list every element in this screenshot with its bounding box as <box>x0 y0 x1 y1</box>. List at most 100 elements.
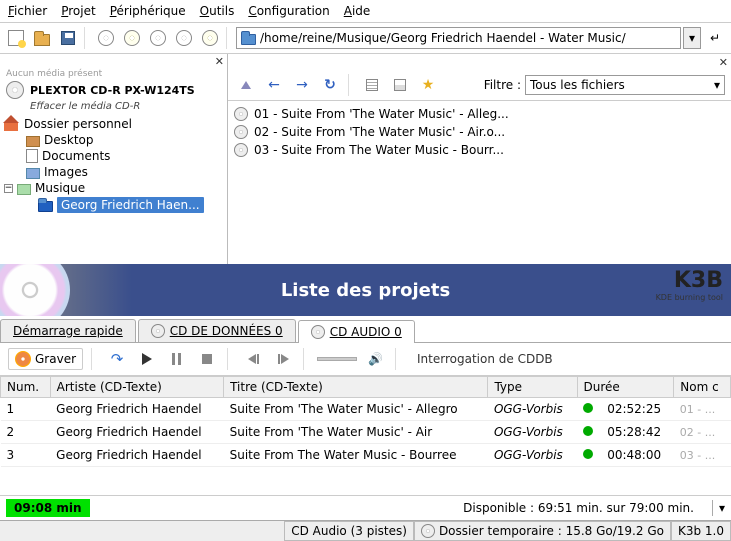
next-icon <box>278 354 289 364</box>
status-version: K3b 1.0 <box>671 521 731 541</box>
collapse-icon[interactable]: − <box>4 184 13 193</box>
col-filename[interactable]: Nom c <box>674 377 731 398</box>
stop-button[interactable] <box>195 347 219 371</box>
bookmark-button[interactable]: ★ <box>416 73 440 97</box>
device-row[interactable]: PLEXTOR CD-R PX-W124TS <box>0 79 227 101</box>
track-row[interactable]: 3Georg Friedrich HaendelSuite From The W… <box>1 444 731 467</box>
open-button[interactable] <box>30 26 54 50</box>
audio-file-icon <box>234 125 248 139</box>
status-bar: CD Audio (3 pistes) Dossier temporaire :… <box>0 520 731 541</box>
menu-project[interactable]: Projet <box>61 4 95 18</box>
close-icon[interactable]: ✕ <box>215 55 224 68</box>
next-track-button[interactable] <box>271 347 295 371</box>
play-button[interactable] <box>135 347 159 371</box>
track-row[interactable]: 1Georg Friedrich HaendelSuite From 'The … <box>1 398 731 421</box>
view-list-button[interactable] <box>388 73 412 97</box>
redo-button[interactable]: ↷ <box>105 347 129 371</box>
project-toolbar: Graver ↷ Interrogation de CDDB <box>0 343 731 376</box>
menu-help[interactable]: Aide <box>344 4 371 18</box>
back-button[interactable]: ← <box>262 73 286 97</box>
dvd1-button[interactable] <box>146 26 170 50</box>
file-row[interactable]: 02 - Suite From 'The Water Music' - Air.… <box>234 123 725 141</box>
filter-select[interactable]: Tous les fichiers ▾ <box>525 75 725 95</box>
path-input-box[interactable] <box>236 27 681 49</box>
path-dropdown-button[interactable]: ▾ <box>683 27 701 49</box>
file-row[interactable]: 03 - Suite From The Water Music - Bourr.… <box>234 141 725 159</box>
folder-icon <box>241 34 256 45</box>
col-type[interactable]: Type <box>488 377 577 398</box>
project-title: Liste des projets <box>0 280 731 301</box>
enter-icon: ↵ <box>710 31 720 45</box>
view-icons-icon <box>366 79 378 91</box>
save-button[interactable] <box>56 26 80 50</box>
menu-tools[interactable]: Outils <box>200 4 235 18</box>
tree-selected-folder[interactable]: Georg Friedrich Haen... <box>2 196 225 214</box>
new-icon <box>8 30 24 46</box>
burn-button[interactable]: Graver <box>8 348 83 370</box>
track-table: Num. Artiste (CD-Texte) Titre (CD-Texte)… <box>0 376 731 495</box>
device-status: Aucun média présent <box>0 69 227 79</box>
menu-file[interactable]: Fichier <box>8 4 47 18</box>
available-text: Disponible : 69:51 min. sur 79:00 min. <box>463 501 694 515</box>
close-icon[interactable]: ✕ <box>719 56 728 69</box>
up-button[interactable] <box>234 73 258 97</box>
path-input[interactable] <box>260 31 676 45</box>
dvd2-button[interactable] <box>198 26 222 50</box>
star-icon: ★ <box>422 77 435 93</box>
prev-track-button[interactable] <box>241 347 265 371</box>
open-icon <box>34 34 50 46</box>
col-duration[interactable]: Durée <box>577 377 674 398</box>
new-button[interactable] <box>4 26 28 50</box>
cddb-status: Interrogation de CDDB <box>417 352 553 366</box>
audio-file-icon <box>234 107 248 121</box>
col-artist[interactable]: Artiste (CD-Texte) <box>50 377 223 398</box>
used-time-badge: 09:08 min <box>6 499 90 517</box>
pause-button[interactable] <box>165 347 189 371</box>
tab-audio-cd[interactable]: CD AUDIO 0 <box>298 320 415 343</box>
folder-icon <box>38 201 53 212</box>
seek-slider[interactable] <box>317 357 357 361</box>
go-button[interactable]: ↵ <box>703 26 727 50</box>
forward-button[interactable]: → <box>290 73 314 97</box>
tree-documents[interactable]: Documents <box>2 148 225 164</box>
file-row[interactable]: 01 - Suite From 'The Water Music' - Alle… <box>234 105 725 123</box>
menu-config[interactable]: Configuration <box>248 4 329 18</box>
chevron-down-icon: ▾ <box>714 78 720 92</box>
status-audio: CD Audio (3 pistes) <box>284 521 414 541</box>
menu-device[interactable]: Périphérique <box>110 4 186 18</box>
tree-music[interactable]: − Musique <box>2 180 225 196</box>
documents-icon <box>26 149 38 163</box>
erase-media-link[interactable]: Effacer le média CD-R <box>0 101 227 112</box>
status-dot-icon <box>583 449 593 459</box>
capacity-menu-button[interactable]: ▾ <box>719 501 725 515</box>
tab-data-cd[interactable]: CD DE DONNÉES 0 <box>138 319 296 342</box>
cd-art-icon <box>0 264 70 316</box>
reload-button[interactable]: ↻ <box>318 73 342 97</box>
audio-file-icon <box>234 143 248 157</box>
cd-drive-icon <box>6 81 24 99</box>
tree-home[interactable]: Dossier personnel <box>2 116 225 132</box>
disc3-button[interactable] <box>172 26 196 50</box>
redo-icon: ↷ <box>111 350 124 368</box>
tab-quickstart[interactable]: Démarrage rapide <box>0 319 136 342</box>
reload-icon: ↻ <box>324 77 336 93</box>
disc1-button[interactable] <box>94 26 118 50</box>
volume-button[interactable] <box>363 347 387 371</box>
disc-gold-icon <box>124 30 140 46</box>
stop-icon <box>202 354 212 364</box>
app-logo: K3B KDE burning tool <box>656 268 723 302</box>
save-icon <box>61 31 75 45</box>
device-label: PLEXTOR CD-R PX-W124TS <box>30 84 195 97</box>
col-title[interactable]: Titre (CD-Texte) <box>224 377 488 398</box>
cd-icon <box>151 324 165 338</box>
tree-images[interactable]: Images <box>2 164 225 180</box>
col-num[interactable]: Num. <box>1 377 51 398</box>
menu-bar: Fichier Projet Périphérique Outils Confi… <box>0 0 731 23</box>
disc2-button[interactable] <box>120 26 144 50</box>
view-icons-button[interactable] <box>360 73 384 97</box>
project-tabs: Démarrage rapide CD DE DONNÉES 0 CD AUDI… <box>0 316 731 343</box>
track-row[interactable]: 2Georg Friedrich HaendelSuite From 'The … <box>1 421 731 444</box>
tree-desktop[interactable]: Desktop <box>2 132 225 148</box>
disk-icon <box>421 524 435 538</box>
file-panel: ✕ ← → ↻ ★ Filtre : Tous les fichiers ▾ 0… <box>228 54 731 264</box>
